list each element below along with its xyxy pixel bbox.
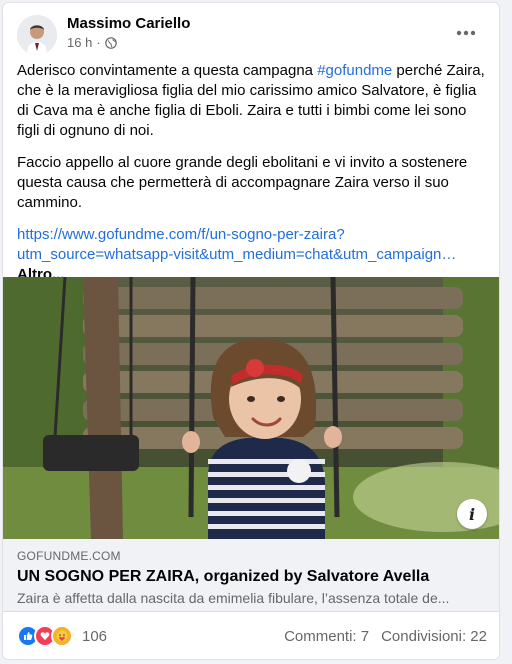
avatar[interactable] — [17, 15, 57, 55]
photo-girl-on-swing — [3, 277, 499, 539]
globe-icon[interactable] — [104, 36, 117, 49]
post-stats: 106 Commenti: 7 Condivisioni: 22 — [17, 623, 487, 649]
link-preview-image[interactable]: i — [3, 277, 499, 539]
engagement-counts: Commenti: 7 Condivisioni: 22 — [284, 628, 487, 645]
reactions-count: 106 — [82, 627, 108, 645]
care-reaction-icon — [51, 625, 73, 647]
link-domain: GOFUNDME.COM — [17, 549, 121, 563]
link-description: Zaira è affetta dalla nascita da emimeli… — [17, 590, 450, 606]
post-meta: 16 h · — [67, 35, 117, 50]
info-icon[interactable]: i — [457, 499, 487, 529]
more-options-icon[interactable] — [451, 21, 481, 45]
paragraph-1-start: Aderisco convintamente a questa campagna — [17, 62, 318, 79]
post-paragraph-1: Aderisco convintamente a questa campagna… — [17, 61, 487, 141]
post-paragraph-2: Faccio appello al cuore grande degli ebo… — [17, 154, 468, 211]
reactions-summary[interactable]: 106 — [17, 625, 107, 647]
post-time[interactable]: 16 h — [67, 35, 92, 50]
shares-count[interactable]: Condivisioni: 22 — [381, 628, 487, 645]
hashtag-link[interactable]: #gofundme — [317, 62, 392, 79]
post-text: Aderisco convintamente a questa campagna… — [17, 61, 487, 285]
post-url-line-1[interactable]: https://www.gofundme.com/f/un-sogno-per-… — [17, 225, 487, 245]
link-title[interactable]: UN SOGNO PER ZAIRA, organized by Salvato… — [17, 568, 429, 586]
post-url-line-2[interactable]: utm_source=whatsapp-visit&utm_medium=cha… — [17, 245, 487, 265]
comments-count[interactable]: Commenti: 7 — [284, 628, 369, 645]
separator-dot: · — [96, 35, 101, 50]
post-card: Massimo Cariello 16 h · Aderisco convint… — [2, 2, 500, 660]
link-preview-card[interactable]: GOFUNDME.COM UN SOGNO PER ZAIRA, organiz… — [3, 539, 499, 612]
post-header: Massimo Cariello 16 h · — [17, 15, 487, 57]
author-name[interactable]: Massimo Cariello — [67, 15, 190, 32]
